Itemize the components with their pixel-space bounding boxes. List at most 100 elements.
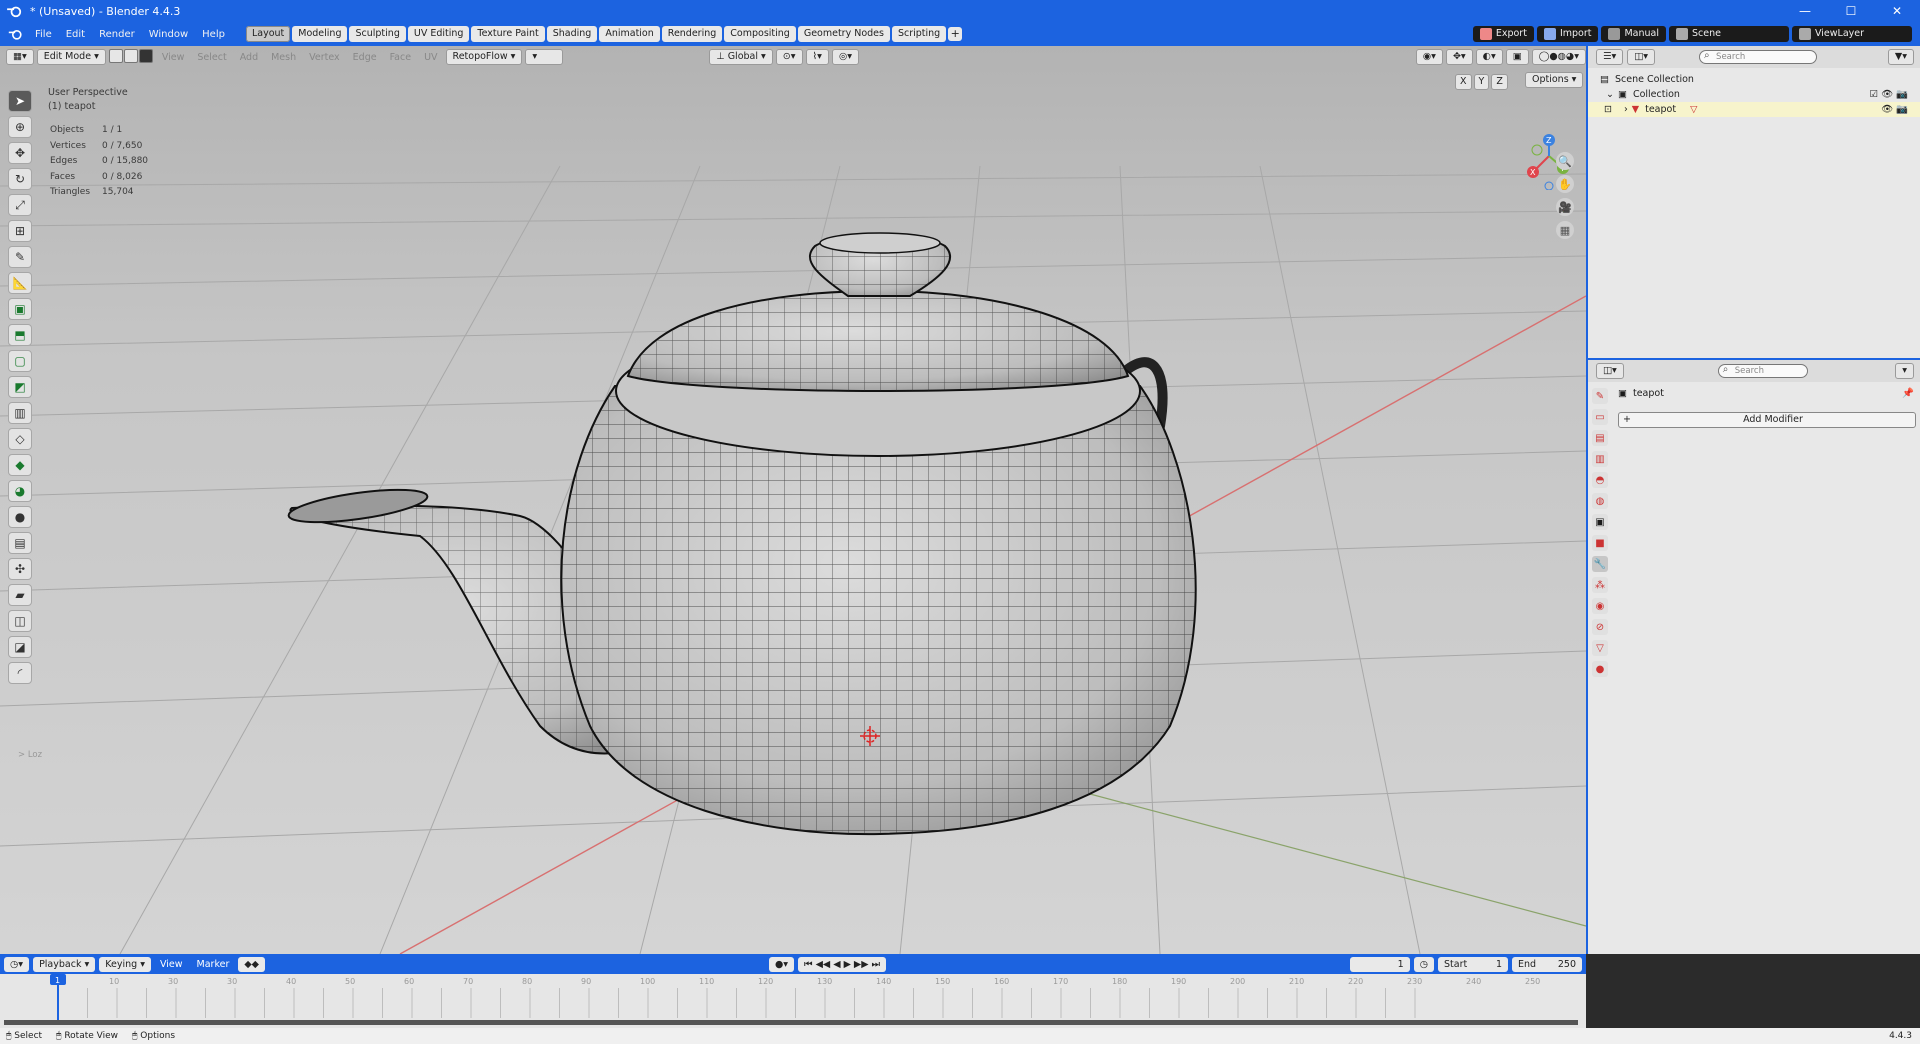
- manual-button[interactable]: Manual: [1601, 26, 1666, 42]
- tab-layout[interactable]: Layout: [245, 26, 291, 42]
- select-mode-group[interactable]: [108, 48, 154, 66]
- retopoflow-button[interactable]: RetopoFlow ▾: [445, 49, 523, 65]
- outliner-search-input[interactable]: Search: [1699, 50, 1818, 64]
- tab-geometry-nodes[interactable]: Geometry Nodes: [797, 26, 890, 42]
- properties-search-input[interactable]: Search: [1717, 364, 1808, 378]
- perspective-grid-icon[interactable]: ▦: [1556, 221, 1574, 239]
- tab-compositing[interactable]: Compositing: [724, 26, 796, 42]
- menu-keying[interactable]: Keying ▾: [99, 956, 151, 972]
- view-layer-tab-icon[interactable]: ▥: [1592, 451, 1608, 467]
- menu-edge[interactable]: Edge: [348, 52, 382, 63]
- 3d-viewport[interactable]: ▦▾ Edit Mode ▾ View Select Add Mesh Verte…: [0, 46, 1586, 954]
- teapot-visibility-icons[interactable]: 👁 📷: [1881, 104, 1908, 115]
- menu-face[interactable]: Face: [385, 52, 416, 63]
- timeline-area[interactable]: 1103030405060708090100110120130140150160…: [0, 974, 1586, 1028]
- edit-mode-icon[interactable]: ⊡: [1604, 104, 1612, 115]
- world-tab-icon[interactable]: ◍: [1592, 493, 1608, 509]
- menu-mesh[interactable]: Mesh: [266, 52, 301, 63]
- keyframe-nav-button[interactable]: ◆◆: [238, 956, 265, 972]
- menu-vertex[interactable]: Vertex: [304, 52, 345, 63]
- collection-tab-icon[interactable]: ▣: [1592, 514, 1608, 530]
- bevel-tool[interactable]: ◩: [8, 376, 32, 398]
- knife-tool[interactable]: ◇: [8, 428, 32, 450]
- transform-tool[interactable]: ⊞: [8, 220, 32, 242]
- tab-scripting[interactable]: Scripting: [891, 26, 947, 42]
- chevron-down-icon[interactable]: ⌄: [1606, 89, 1614, 100]
- mirror-z-toggle[interactable]: Z: [1491, 74, 1508, 90]
- edge-slide-tool[interactable]: ▤: [8, 532, 32, 554]
- tab-texture-paint[interactable]: Texture Paint: [471, 26, 545, 42]
- editor-type-button[interactable]: ▦▾: [6, 49, 34, 65]
- shading-buttons[interactable]: ◯●◍◕▾: [1531, 49, 1586, 65]
- rotate-tool[interactable]: ↻: [8, 168, 32, 190]
- playback-controls[interactable]: ⏮ ◀◀ ◀ ▶ ▶▶ ⏭: [798, 956, 887, 972]
- close-button[interactable]: ✕: [1874, 4, 1920, 18]
- menu-uv[interactable]: UV: [419, 52, 442, 63]
- properties-editor-type[interactable]: ◫▾: [1596, 363, 1624, 379]
- extrude-tool[interactable]: ⬒: [8, 324, 32, 346]
- constraints-tab-icon[interactable]: ⊘: [1592, 619, 1608, 635]
- tab-uv-editing[interactable]: UV Editing: [407, 26, 470, 42]
- spin-tool[interactable]: ◕: [8, 480, 32, 502]
- menu-playback[interactable]: Playback ▾: [33, 956, 96, 972]
- filter-button[interactable]: ▼▾: [1887, 49, 1914, 65]
- tab-modeling[interactable]: Modeling: [292, 26, 348, 42]
- teapot-mesh[interactable]: [287, 232, 1210, 846]
- menu-view[interactable]: View: [157, 52, 190, 63]
- chevron-right-icon[interactable]: ›: [1624, 104, 1628, 115]
- add-cube-tool[interactable]: ▣: [8, 298, 32, 320]
- import-button[interactable]: Import: [1536, 26, 1599, 42]
- navigation-gizmo[interactable]: X Y Z: [1515, 90, 1585, 191]
- snap-button[interactable]: ⌇▾: [805, 49, 829, 65]
- tool-tab-icon[interactable]: ✎: [1592, 388, 1608, 404]
- outliner-editor-type[interactable]: ☰▾: [1596, 49, 1624, 65]
- properties-options-button[interactable]: ▾: [1895, 363, 1914, 379]
- overlay-button[interactable]: ◐▾: [1475, 49, 1503, 65]
- scene-selector[interactable]: Scene: [1669, 26, 1789, 42]
- orientation-selector[interactable]: ⊥ Global ▾: [709, 49, 773, 65]
- visibility-button[interactable]: ◉▾: [1415, 49, 1443, 65]
- vertex-select-icon[interactable]: [108, 48, 123, 63]
- addon-options-button[interactable]: ▾: [525, 49, 564, 65]
- mesh-data-icon[interactable]: ▽: [1690, 104, 1697, 115]
- object-tab-icon[interactable]: ■: [1592, 535, 1608, 551]
- export-button[interactable]: Export: [1472, 26, 1534, 42]
- smooth-tool[interactable]: ●: [8, 506, 32, 528]
- tab-rendering[interactable]: Rendering: [661, 26, 723, 42]
- material-tab-icon[interactable]: ●: [1592, 661, 1608, 677]
- display-mode-button[interactable]: ◫▾: [1627, 49, 1656, 65]
- mirror-y-toggle[interactable]: Y: [1473, 74, 1490, 90]
- xray-button[interactable]: ▣: [1505, 49, 1529, 65]
- physics-tab-icon[interactable]: ◉: [1592, 598, 1608, 614]
- menu-select[interactable]: Select: [192, 52, 231, 63]
- teapot-row[interactable]: ⊡ › ▼ teapot ▽ 👁 📷: [1588, 102, 1920, 117]
- output-tab-icon[interactable]: ▤: [1592, 430, 1608, 446]
- menu-edit[interactable]: Edit: [59, 29, 92, 40]
- collection-row[interactable]: ⌄ ▣ Collection ☑ 👁 📷: [1600, 87, 1920, 102]
- move-tool[interactable]: ✥: [8, 142, 32, 164]
- proportional-button[interactable]: ◎▾: [831, 49, 859, 65]
- modifier-tab-icon[interactable]: 🔧: [1592, 556, 1608, 572]
- camera-view-icon[interactable]: 🎥: [1556, 198, 1574, 216]
- polypen-tool[interactable]: ◜: [8, 662, 32, 684]
- annotate-tool[interactable]: ✎: [8, 246, 32, 268]
- auto-key-button[interactable]: ●▾: [768, 956, 795, 972]
- menu-marker[interactable]: Marker: [192, 959, 235, 970]
- menu-help[interactable]: Help: [195, 29, 232, 40]
- add-workspace-button[interactable]: +: [948, 27, 963, 41]
- loop-cut-tool[interactable]: ▥: [8, 402, 32, 424]
- cursor-tool[interactable]: ⊕: [8, 116, 32, 138]
- options-button[interactable]: Options ▾: [1525, 72, 1584, 88]
- shrink-fatten-tool[interactable]: ✣: [8, 558, 32, 580]
- select-box-tool[interactable]: ➤: [8, 90, 32, 112]
- add-modifier-button[interactable]: + Add Modifier: [1618, 412, 1916, 428]
- timeline-scrollbar[interactable]: [4, 1020, 1578, 1025]
- tab-shading[interactable]: Shading: [546, 26, 598, 42]
- blender-menu-icon[interactable]: [8, 27, 24, 41]
- pin-icon[interactable]: 📌: [1902, 388, 1914, 399]
- poly-build-tool[interactable]: ◆: [8, 454, 32, 476]
- start-frame-field[interactable]: Start 1: [1438, 956, 1508, 972]
- zoom-icon[interactable]: 🔍: [1556, 152, 1574, 170]
- tab-sculpting[interactable]: Sculpting: [349, 26, 406, 42]
- pivot-button[interactable]: ⊙▾: [775, 49, 803, 65]
